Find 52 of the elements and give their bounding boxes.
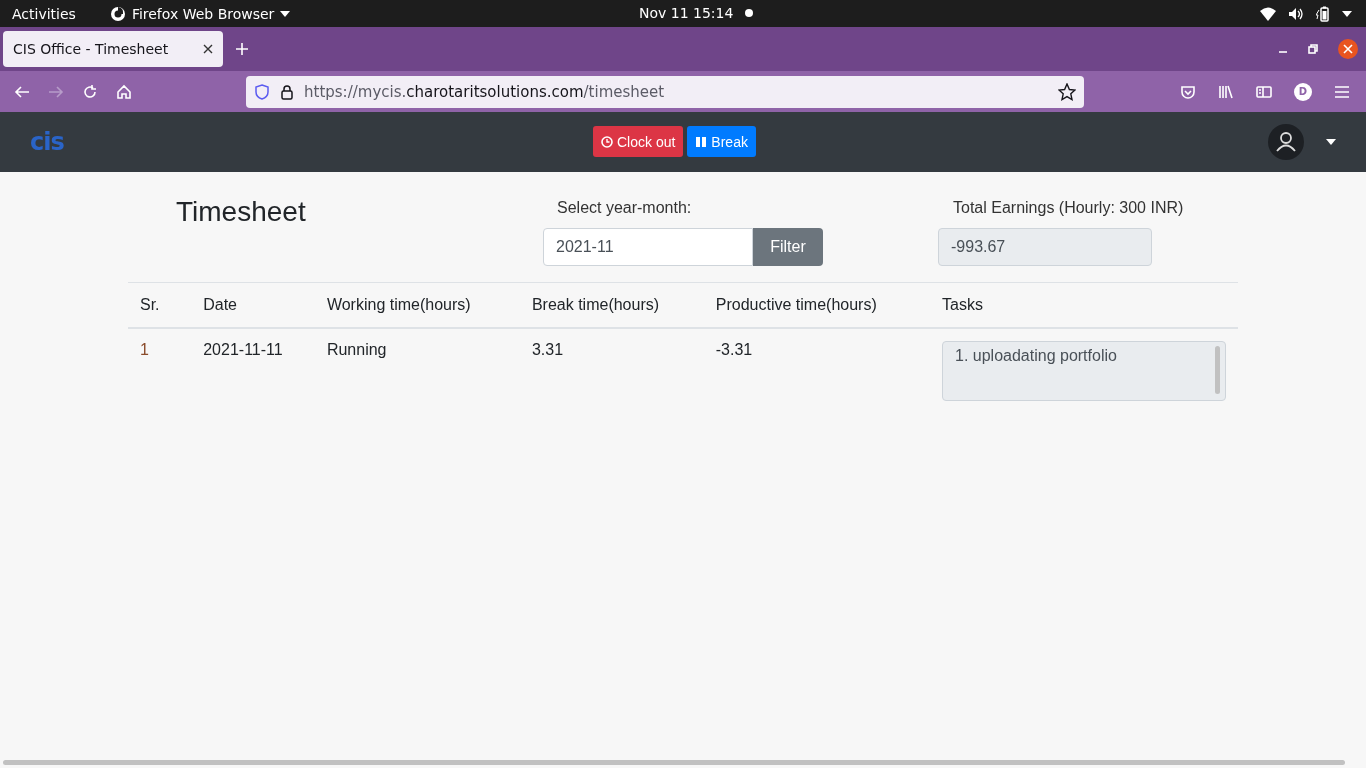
reload-icon[interactable] bbox=[82, 83, 98, 100]
column-header: Date bbox=[191, 283, 315, 328]
volume-icon[interactable] bbox=[1288, 6, 1304, 21]
caret-icon[interactable] bbox=[1342, 10, 1352, 17]
shield-icon bbox=[254, 83, 270, 100]
table-cell: -3.31 bbox=[703, 328, 930, 413]
column-header: Sr. bbox=[128, 283, 192, 328]
sidebar-icon[interactable] bbox=[1256, 83, 1272, 100]
pocket-icon[interactable] bbox=[1180, 83, 1196, 100]
page-title: Timesheet bbox=[176, 196, 307, 229]
table-cell: 1 bbox=[128, 328, 192, 413]
filter-button[interactable]: Filter bbox=[753, 228, 823, 266]
wifi-icon[interactable] bbox=[1260, 6, 1276, 21]
star-icon[interactable] bbox=[1058, 82, 1076, 101]
forward-icon bbox=[48, 83, 64, 100]
column-header: Tasks bbox=[930, 283, 1238, 328]
dot-icon bbox=[745, 9, 754, 17]
tasks-field[interactable]: 1. uploadating portfolio bbox=[942, 341, 1226, 401]
firefox-icon bbox=[109, 5, 126, 22]
table-cell: Running bbox=[314, 328, 520, 413]
table-cell: 3.31 bbox=[519, 328, 704, 413]
column-header: Productive time(hours) bbox=[703, 283, 930, 328]
earnings-label: Total Earnings (Hourly: 300 INR) bbox=[953, 199, 1185, 217]
break-button[interactable]: Break bbox=[687, 126, 756, 157]
library-icon[interactable] bbox=[1218, 83, 1234, 100]
browser-tab[interactable]: CIS Office - Timesheet bbox=[3, 31, 223, 67]
user-avatar-icon[interactable] bbox=[1268, 124, 1304, 160]
clock[interactable]: Nov 11 15:14 bbox=[639, 5, 734, 21]
pause-icon bbox=[695, 135, 708, 148]
close-icon[interactable] bbox=[203, 44, 213, 54]
new-tab-icon[interactable] bbox=[235, 42, 249, 56]
scrollbar bbox=[1215, 346, 1220, 394]
table-cell: 2021-11-11 bbox=[191, 328, 315, 413]
menu-icon[interactable] bbox=[1334, 84, 1350, 99]
clock-out-button[interactable]: Clock out bbox=[593, 126, 684, 157]
activities-button[interactable]: Activities bbox=[12, 5, 76, 22]
clock-icon bbox=[601, 135, 613, 148]
caret-icon bbox=[280, 10, 291, 17]
restore-icon[interactable] bbox=[1308, 44, 1318, 54]
account-icon[interactable]: D bbox=[1294, 82, 1312, 101]
home-icon[interactable] bbox=[116, 83, 132, 100]
back-icon[interactable] bbox=[14, 83, 30, 100]
earnings-field: -993.67 bbox=[938, 228, 1152, 266]
address-bar[interactable]: https://mycis.charotaritsolutions.com/timesheet bbox=[246, 75, 1084, 108]
caret-icon[interactable] bbox=[1326, 139, 1336, 145]
battery-icon[interactable] bbox=[1316, 5, 1330, 22]
month-field[interactable]: 2021-11 bbox=[543, 228, 753, 266]
column-header: Working time(hours) bbox=[314, 283, 520, 328]
app-menu[interactable]: Firefox Web Browser bbox=[131, 5, 275, 22]
column-header: Break time(hours) bbox=[519, 283, 704, 328]
lock-icon bbox=[280, 83, 294, 100]
close-icon[interactable] bbox=[1338, 39, 1358, 59]
